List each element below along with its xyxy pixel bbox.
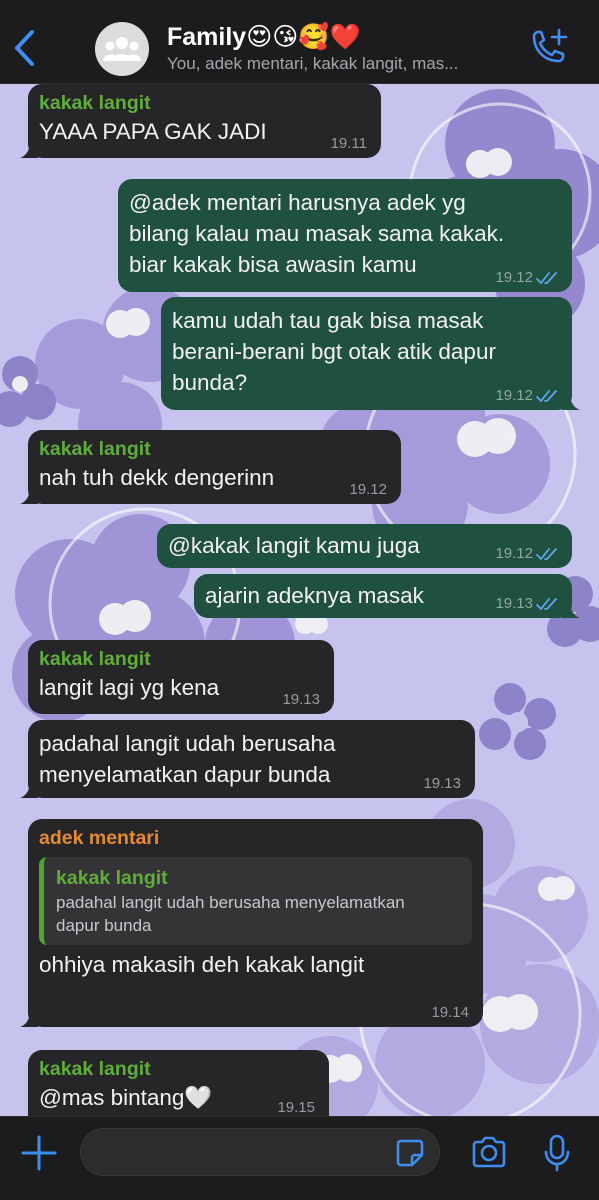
group-icon [103, 37, 141, 61]
message-text: berani-berani bgt otak atik dapur [172, 339, 496, 364]
bubble-tail [20, 1011, 38, 1027]
message-text: langit lagi yg kena [39, 675, 220, 700]
message-text: menyelamatkan dapur bunda [39, 762, 331, 787]
chat-header: Family😍😘🥰❤️ You, adek mentari, kakak lan… [0, 0, 599, 84]
message-bubble-incoming[interactable]: padahal langit udah berusaha menyelamatk… [20, 720, 475, 798]
sender-name[interactable]: kakak langit [39, 436, 390, 462]
message-text: bilang kalau mau masak sama kakak. [129, 221, 505, 246]
reply-quote[interactable]: kakak langit padahal langit udah berusah… [39, 857, 472, 945]
quoted-text: padahal langit udah berusaha menyelamatk… [56, 893, 405, 912]
sticker-icon[interactable] [395, 1138, 425, 1168]
quoted-text: dapur bunda [56, 916, 152, 935]
message-text: ohhiya makasih deh kakak langit [39, 952, 365, 977]
bubble-tail [562, 602, 580, 618]
read-ticks-icon [536, 597, 557, 610]
sender-name[interactable]: adek mentari [39, 825, 472, 851]
message-time: 19.15 [277, 1099, 315, 1116]
camera-icon[interactable] [470, 1136, 508, 1168]
sender-name[interactable]: kakak langit [39, 646, 323, 672]
message-time: 19.12 [495, 387, 558, 404]
message-time: 19.11 [330, 135, 367, 152]
message-text: padahal langit udah berusaha [39, 731, 336, 756]
sender-name[interactable]: kakak langit [39, 1056, 318, 1082]
message-text: nah tuh dekk dengerinn [39, 465, 275, 490]
message-bubble-outgoing[interactable]: @kakak langit kamu juga 19.12 [157, 524, 572, 568]
message-time: 19.13 [423, 775, 461, 792]
avatar[interactable] [95, 22, 149, 76]
message-bubble-incoming[interactable]: adek mentari kakak langit padahal langit… [20, 819, 483, 1027]
message-list[interactable]: kakak langit YAAA PAPA GAK JADI 19.11 @a… [0, 84, 599, 1116]
bubble-tail [20, 142, 38, 158]
message-text: kamu udah tau gak bisa masak [172, 308, 484, 333]
chat-title[interactable]: Family😍😘🥰❤️ [167, 22, 361, 52]
message-bubble-outgoing[interactable]: @adek mentari harusnya adek yg bilang ka… [118, 179, 572, 292]
message-text: @adek mentari harusnya adek yg [129, 190, 466, 215]
message-time: 19.12 [495, 269, 558, 286]
read-ticks-icon [536, 271, 557, 284]
message-bubble-incoming[interactable]: kakak langit @mas bintang🤍 19.15 [28, 1050, 329, 1116]
message-time: 19.13 [282, 691, 320, 708]
chat-participants[interactable]: You, adek mentari, kakak langit, mas... [167, 54, 517, 74]
plus-icon[interactable] [20, 1134, 58, 1172]
message-bubble-outgoing[interactable]: ajarin adeknya masak 19.13 [194, 574, 580, 618]
message-input[interactable] [80, 1128, 440, 1176]
message-time: 19.13 [495, 595, 558, 612]
message-text: YAAA PAPA GAK JADI [39, 119, 267, 144]
message-time: 19.12 [495, 545, 558, 562]
read-ticks-icon [536, 547, 557, 560]
read-ticks-icon [536, 389, 557, 402]
message-bubble-outgoing[interactable]: kamu udah tau gak bisa masak berani-bera… [161, 297, 580, 410]
sender-name[interactable]: kakak langit [39, 90, 370, 116]
bubble-tail [20, 488, 38, 504]
phone-plus-icon[interactable] [526, 26, 570, 70]
message-bubble-incoming[interactable]: kakak langit langit lagi yg kena 19.13 [28, 640, 334, 714]
message-time: 19.12 [349, 481, 387, 498]
message-bubble-incoming[interactable]: kakak langit nah tuh dekk dengerinn 19.1… [20, 430, 401, 504]
bubble-tail [20, 782, 38, 798]
bubble-tail [562, 394, 580, 410]
microphone-icon[interactable] [543, 1134, 571, 1172]
quoted-sender: kakak langit [56, 867, 168, 889]
message-bubble-incoming[interactable]: kakak langit YAAA PAPA GAK JADI 19.11 [20, 84, 381, 158]
message-text: @mas bintang🤍 [39, 1085, 213, 1110]
message-time: 19.14 [431, 1004, 469, 1021]
chevron-left-icon[interactable] [8, 26, 42, 70]
